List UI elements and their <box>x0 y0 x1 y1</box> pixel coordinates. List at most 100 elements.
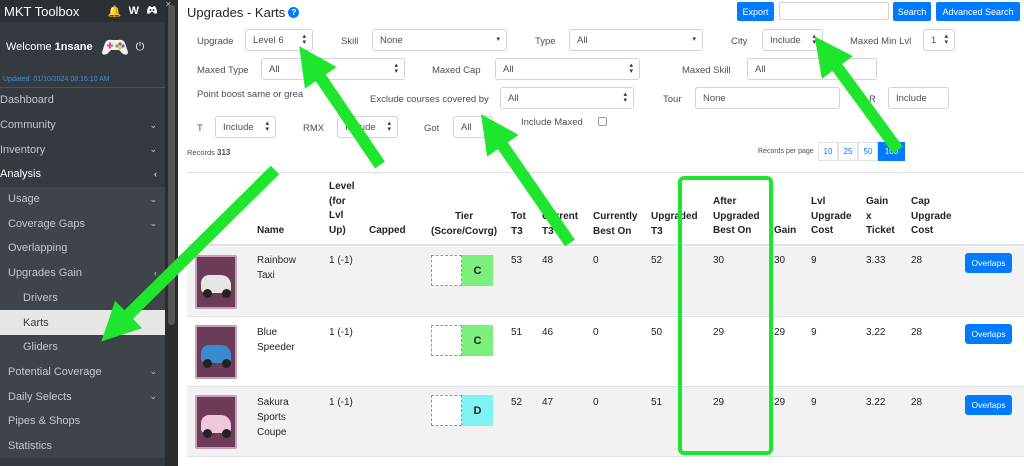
col-line: Best On <box>593 225 632 237</box>
discord-icon[interactable] <box>146 5 158 18</box>
r-select[interactable]: Include <box>888 87 949 109</box>
caret-down-icon: ▾ <box>496 36 500 43</box>
chevron-down-icon: ⌄ <box>149 119 157 130</box>
export-button[interactable]: Export <box>737 2 774 21</box>
col-cap-upgrade-cost[interactable]: Cap Upgrade Cost <box>911 195 952 239</box>
tier-badge: C <box>462 325 493 356</box>
sidebar-scrollbar[interactable]: ✕ <box>165 0 178 466</box>
sidebar-item-usage[interactable]: Usage ⌄ <box>0 186 165 212</box>
col-line: x <box>866 210 872 222</box>
page-size-25[interactable]: 25 <box>838 142 858 161</box>
col-line: Tot <box>511 211 526 222</box>
overlaps-button[interactable]: Overlaps <box>965 324 1012 344</box>
rmx-select[interactable]: Include ▴ ▾ <box>337 116 398 138</box>
exclude-courses-select[interactable]: All ▴ ▾ <box>500 87 634 109</box>
chevron-down-icon: ⌄ <box>149 391 157 402</box>
col-level-line: Lvl <box>329 210 344 221</box>
page-size-50[interactable]: 50 <box>858 142 878 161</box>
cell-current-t3: 48 <box>542 255 554 266</box>
skill-select[interactable]: None ▾ <box>372 29 507 51</box>
sidebar-item-label: Coverage Gaps <box>8 217 86 230</box>
cell-gain-ticket: 3.22 <box>866 397 886 408</box>
type-select[interactable]: All ▾ <box>569 29 703 51</box>
tour-select[interactable]: None <box>695 87 840 109</box>
type-value: All <box>577 34 588 46</box>
page-title-text: Upgrades - Karts <box>187 5 286 20</box>
table-row[interactable]: Sakura Sports Coupe 1 (-1) D 52 47 0 51 29… <box>187 387 1024 457</box>
power-icon[interactable]: ⏻ <box>136 41 145 54</box>
sidebar-item-drivers[interactable]: Drivers <box>0 285 165 311</box>
maxed-type-value: All <box>269 63 280 75</box>
sidebar-item-karts[interactable]: Karts <box>0 310 165 335</box>
name-line: Sports <box>257 412 286 423</box>
col-tier[interactable]: Tier (Score/Covrg) <box>431 210 497 239</box>
col-upgraded-t3[interactable]: Upgraded T3 <box>651 210 698 239</box>
maxed-skill-select[interactable]: All <box>747 58 877 80</box>
table-row[interactable]: Rainbow Taxi 1 (-1) C 53 48 0 52 30 30 9 … <box>187 247 1024 317</box>
advanced-search-button[interactable]: Advanced Search <box>936 2 1020 21</box>
cell-currently-best-on: 0 <box>593 327 599 338</box>
w-icon[interactable]: W <box>129 5 139 17</box>
kart-wheel <box>203 289 212 298</box>
city-select[interactable]: Include ▴ ▾ <box>762 29 823 51</box>
sidebar-item-label: Dashboard <box>0 94 54 107</box>
scrollbar-thumb[interactable] <box>168 5 175 325</box>
skill-value: None <box>380 34 403 46</box>
sidebar-item-coverage-gaps[interactable]: Coverage Gaps ⌄ <box>0 211 165 237</box>
upgrade-select[interactable]: Level 6 ▴ ▾ <box>245 29 313 51</box>
sidebar-item-statistics[interactable]: Statistics <box>0 433 165 459</box>
kart-wheel <box>203 359 212 368</box>
page-size-100[interactable]: 100 <box>878 142 905 161</box>
sidebar-item-pipes-shops[interactable]: Pipes & Shops <box>0 408 165 434</box>
col-line: Cost <box>811 225 834 236</box>
got-select[interactable]: All ▴ ▾ <box>453 116 493 138</box>
include-maxed-checkbox[interactable] <box>598 117 607 126</box>
col-capped[interactable]: Capped <box>369 224 406 239</box>
bell-icon[interactable]: 🔔 <box>108 5 122 18</box>
col-gain[interactable]: Gain <box>774 224 796 239</box>
sidebar-item-label: Community <box>0 119 56 132</box>
maxed-min-lvl-select[interactable]: 1 ▴ ▾ <box>923 29 955 51</box>
exclude-courses-value: All <box>508 92 519 104</box>
sidebar-item-overlapping[interactable]: Overlapping <box>0 236 165 261</box>
maxed-type-select[interactable]: All ▴ ▾ <box>261 58 405 80</box>
sidebar-item-gliders[interactable]: Gliders <box>0 334 165 360</box>
search-button[interactable]: Search <box>893 2 931 21</box>
overlaps-button[interactable]: Overlaps <box>965 253 1012 273</box>
overlaps-button[interactable]: Overlaps <box>965 395 1012 415</box>
col-tot-t3[interactable]: Tot T3 <box>511 210 526 239</box>
col-after-upgraded-best-on[interactable]: After Upgraded Best On <box>713 195 760 239</box>
table-row[interactable]: Blue Speeder 1 (-1) C 51 46 0 50 29 29 9 … <box>187 317 1024 387</box>
col-level-line: (for <box>329 195 346 207</box>
col-level-line: Up) <box>329 224 346 236</box>
point-boost-label: Point boost same or grea <box>197 89 304 100</box>
exclude-courses-label: Exclude courses covered by <box>370 94 489 105</box>
sidebar-item-dashboard[interactable]: Dashboard <box>0 88 165 113</box>
col-gain-x-ticket[interactable]: Gain x Ticket <box>866 195 895 239</box>
sidebar-item-community[interactable]: Community ⌄ <box>0 113 165 138</box>
col-name[interactable]: Name <box>257 224 284 239</box>
kart-image <box>195 255 237 309</box>
sidebar-item-label: Analysis <box>0 168 41 181</box>
sidebar-item-inventory[interactable]: Inventory ⌄ <box>0 137 165 162</box>
maxed-cap-select[interactable]: All ▴ ▾ <box>495 58 640 80</box>
sidebar-item-potential-coverage[interactable]: Potential Coverage ⌄ <box>0 359 165 385</box>
col-line: Cost <box>911 225 934 236</box>
t-select[interactable]: Include ▴ ▾ <box>215 116 276 138</box>
cell-gain: 30 <box>774 255 786 266</box>
sidebar-item-daily-selects[interactable]: Daily Selects ⌄ <box>0 384 165 409</box>
kart-wheel <box>222 289 231 298</box>
col-level[interactable]: Level (for Lvl Up) <box>329 180 355 238</box>
chevron-down-icon: ⌄ <box>149 218 157 229</box>
include-maxed-label: Include Maxed <box>521 117 583 128</box>
col-current-t3[interactable]: Current T3 <box>542 210 578 239</box>
page-size-10[interactable]: 10 <box>818 142 838 161</box>
sidebar-item-upgrades-gain[interactable]: Upgrades Gain ‹ <box>0 260 165 286</box>
col-currently-best-on[interactable]: Currently Best On <box>593 210 637 239</box>
col-lvl-upgrade-cost[interactable]: Lvl Upgrade Cost <box>811 195 852 239</box>
kart-image <box>195 325 237 379</box>
help-icon[interactable]: ? <box>288 7 300 18</box>
sidebar-item-analysis[interactable]: Analysis ‹ <box>0 162 165 187</box>
maxed-type-label: Maxed Type <box>197 65 249 76</box>
search-input[interactable] <box>779 2 889 20</box>
